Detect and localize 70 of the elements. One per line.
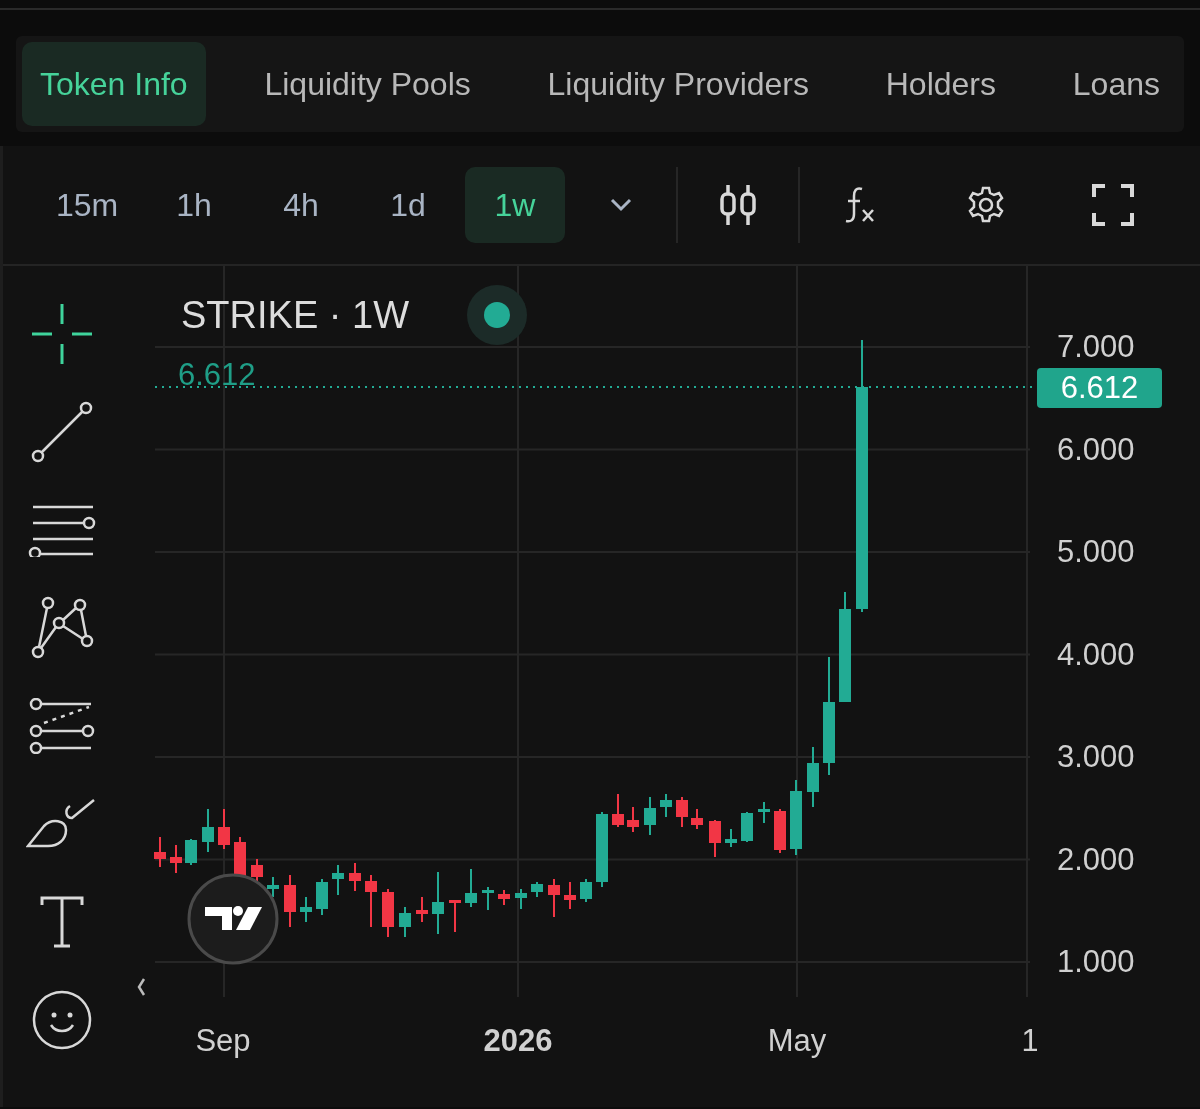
text-tool-icon[interactable] [38, 895, 85, 949]
y-axis-label: 3.000 [1057, 738, 1135, 776]
candle [332, 864, 344, 896]
x-axis-label: May [767, 1022, 827, 1060]
candle [741, 811, 753, 843]
candle [284, 874, 296, 928]
candle [465, 868, 477, 908]
timeframe-button[interactable]: 4h [251, 167, 351, 243]
tab[interactable]: Liquidity Pools [246, 42, 489, 126]
candle [365, 874, 377, 928]
tab[interactable]: Token Info [22, 42, 206, 126]
chevron-down-icon[interactable] [610, 198, 632, 212]
candle [416, 896, 428, 923]
y-axis-label: 5.000 [1057, 533, 1135, 571]
candle [531, 881, 543, 898]
tab[interactable]: Holders [867, 42, 1014, 126]
y-axis-label: 4.000 [1057, 635, 1135, 674]
x-axis-label: 2026 [483, 1022, 553, 1060]
candle [758, 801, 770, 824]
candle [660, 793, 672, 818]
candle [449, 899, 461, 933]
candle [399, 906, 411, 938]
candle [498, 889, 510, 906]
candle [154, 836, 166, 868]
candle [300, 896, 312, 923]
candle [267, 876, 279, 898]
timeframe-button[interactable]: 1d [358, 167, 458, 243]
timeframe-button[interactable]: 1h [144, 167, 244, 243]
candle [202, 808, 214, 853]
candle [349, 862, 361, 892]
fullscreen-icon[interactable] [1092, 184, 1134, 226]
candle [691, 808, 703, 830]
price-tag: 6.612 [1037, 368, 1162, 408]
y-axis-label: 1.000 [1057, 943, 1135, 981]
last-price: 6.612 [178, 357, 256, 393]
candle [482, 886, 494, 911]
candle [627, 806, 639, 833]
candle [676, 796, 688, 828]
timeframe-button[interactable]: 1w [465, 167, 565, 243]
x-axis-label: Sep [195, 1022, 251, 1060]
candle [548, 878, 560, 918]
x-axis-label: 1 [1021, 1022, 1037, 1060]
collapse-icon[interactable] [137, 978, 146, 996]
candle [316, 878, 328, 916]
candle [564, 881, 576, 910]
candle [725, 828, 737, 848]
candle [580, 878, 592, 903]
candle [432, 871, 444, 935]
candle [218, 808, 230, 850]
timeframe-button[interactable]: 15m [37, 167, 137, 243]
tab[interactable]: Loans [1054, 42, 1178, 126]
candle [185, 838, 197, 866]
settings-icon[interactable] [966, 185, 1006, 225]
candle [170, 844, 182, 874]
chart-title: STRIKE · 1W [181, 293, 410, 337]
y-axis-label: 7.000 [1057, 328, 1135, 366]
candle [251, 858, 263, 884]
candle [382, 888, 394, 938]
function-icon[interactable] [844, 186, 876, 224]
tab[interactable]: Liquidity Providers [529, 42, 827, 126]
candle [515, 888, 527, 910]
candle [774, 808, 786, 854]
candlestick-icon[interactable] [718, 183, 758, 227]
candle [709, 819, 721, 858]
candle [612, 793, 624, 828]
tradingview-logo[interactable] [187, 873, 279, 965]
y-axis-label: 2.000 [1057, 840, 1135, 879]
candle [644, 796, 656, 836]
y-axis-label: 6.000 [1057, 430, 1135, 469]
candle [807, 746, 819, 808]
